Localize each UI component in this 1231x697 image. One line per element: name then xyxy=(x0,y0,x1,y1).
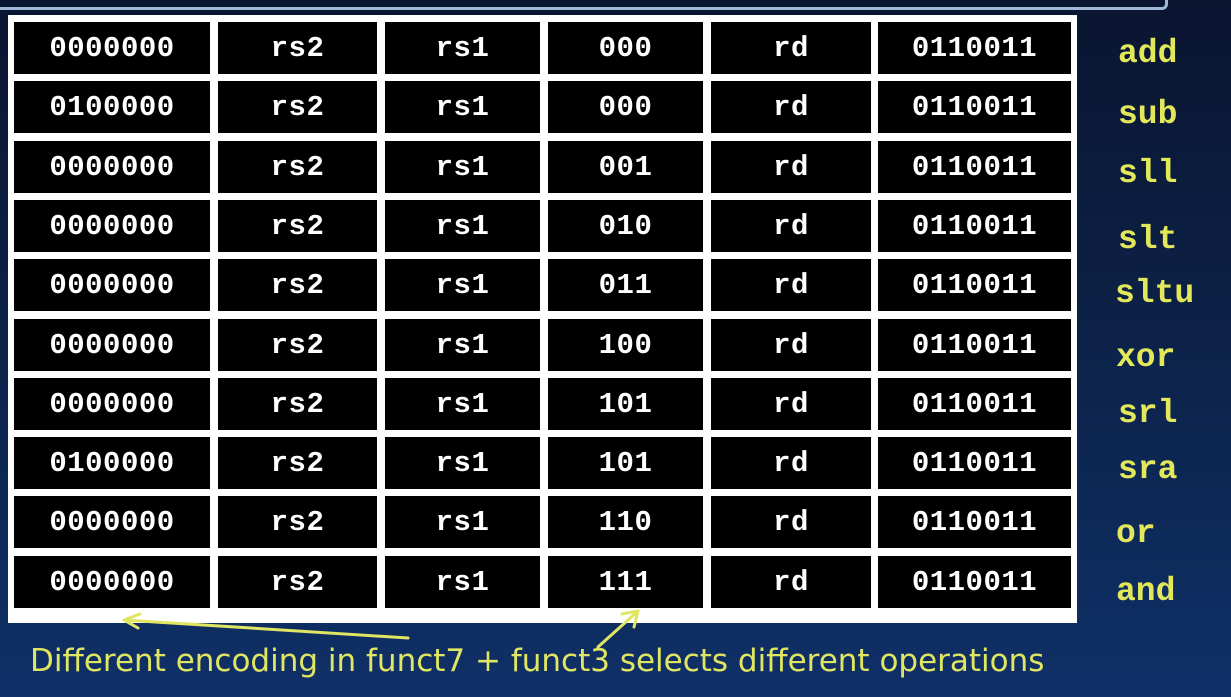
annotation-arrows xyxy=(122,609,640,649)
funct3-pointer-arrow xyxy=(596,609,640,649)
caption-text: Different encoding in funct7 + funct3 se… xyxy=(30,643,1045,679)
funct7-pointer-arrow xyxy=(122,618,410,640)
